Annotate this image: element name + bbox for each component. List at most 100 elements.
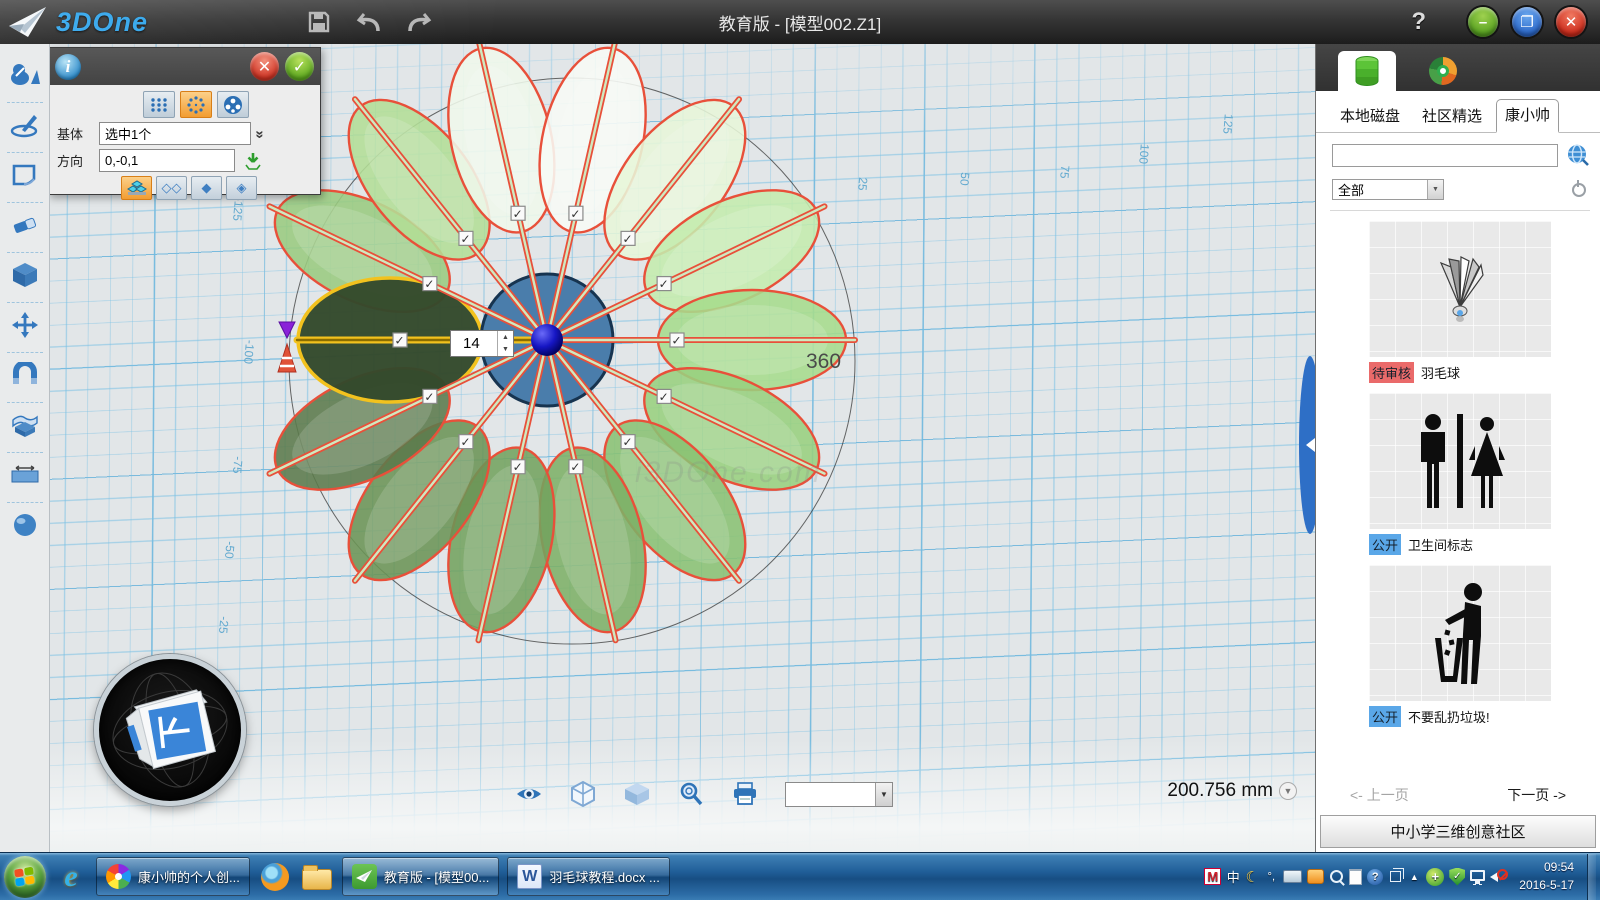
confirm-icon[interactable]: ✓ xyxy=(285,52,314,81)
power-icon[interactable] xyxy=(1572,183,1586,197)
restore-button[interactable]: ❐ xyxy=(1512,7,1542,37)
view-cube[interactable]: 下 xyxy=(94,654,246,806)
redo-button[interactable] xyxy=(405,8,433,36)
base-input[interactable] xyxy=(99,122,251,145)
viewport-canvas[interactable]: -125-100-75-50-25255075100125 ✓✓✓✓✓✓✓✓✓✓… xyxy=(50,44,1315,852)
panel-collapse-handle[interactable] xyxy=(1299,356,1315,534)
dropdown-arrow-icon[interactable]: ▼ xyxy=(875,783,892,806)
zoom-settings-icon[interactable] xyxy=(677,780,705,808)
tray-keyboard-icon[interactable] xyxy=(1283,868,1302,886)
tool-move-button[interactable] xyxy=(3,300,47,350)
info-icon[interactable]: i xyxy=(55,54,81,80)
close-button[interactable]: ✕ xyxy=(1556,7,1586,37)
circular-pattern-icon[interactable] xyxy=(180,91,212,118)
clock-date: 2016-5-17 xyxy=(1519,877,1574,894)
wireframe-view-icon[interactable] xyxy=(569,780,597,808)
save-button[interactable] xyxy=(305,8,333,36)
svg-text:✓: ✓ xyxy=(424,277,434,291)
search-globe-icon[interactable] xyxy=(1566,143,1590,167)
boolean-intersect-icon[interactable]: ◈ xyxy=(226,176,257,200)
task-3done-window[interactable]: 教育版 - [模型00... xyxy=(342,857,499,896)
tab-user[interactable]: 康小帅 xyxy=(1496,99,1559,133)
task-browser-window[interactable]: 康小帅的个人创... xyxy=(96,857,250,896)
search-input[interactable] xyxy=(1332,144,1558,167)
tray-notes-icon[interactable] xyxy=(1348,868,1362,886)
tray-sogou-icon[interactable] xyxy=(1307,868,1324,886)
tool-measure-button[interactable] xyxy=(3,450,47,500)
print-icon[interactable] xyxy=(731,780,759,808)
tool-primitives-button[interactable] xyxy=(3,50,47,100)
community-site-button[interactable]: 中小学三维创意社区 xyxy=(1320,815,1596,848)
category-dropdown[interactable]: 全部 ▼ xyxy=(1332,179,1444,200)
tray-ime-lang-icon[interactable]: 中 xyxy=(1226,868,1240,886)
library-tab[interactable] xyxy=(1338,51,1396,91)
prev-page-button[interactable]: <- 上一页 xyxy=(1350,785,1409,805)
tray-clock[interactable]: 09:54 2016-5-17 xyxy=(1513,859,1582,894)
tray-network-icon[interactable] xyxy=(1470,868,1485,886)
model-name: 卫生间标志 xyxy=(1408,535,1473,554)
tool-assembly-magnet-button[interactable] xyxy=(3,350,47,400)
minimize-button[interactable]: – xyxy=(1468,7,1498,37)
taskbar: e 康小帅的个人创... 教育版 - [模型00... W 羽毛球教程.docx… xyxy=(0,852,1600,900)
linear-pattern-icon[interactable] xyxy=(143,91,175,118)
model-card-restroom[interactable]: 公开 卫生间标志 xyxy=(1369,393,1551,555)
community-panel: 本地磁盘 社区精选 康小帅 全部 ▼ xyxy=(1315,44,1600,852)
ie-taskbar-icon[interactable]: e xyxy=(54,858,88,896)
tray-magnifier-icon[interactable] xyxy=(1329,868,1343,886)
tray-360-icon[interactable]: + xyxy=(1426,868,1444,886)
tray-show-hidden-icon[interactable]: ▲ xyxy=(1407,868,1421,886)
svg-text:✓: ✓ xyxy=(623,435,633,449)
spinner-down-icon[interactable]: ▼ xyxy=(498,344,513,357)
tool-deform-button[interactable] xyxy=(3,400,47,450)
visibility-eye-icon[interactable] xyxy=(515,780,543,808)
tab-community-featured[interactable]: 社区精选 xyxy=(1414,101,1490,132)
firefox-taskbar-icon[interactable] xyxy=(258,858,292,896)
tool-material-button[interactable] xyxy=(3,500,47,550)
scale-indicator: 200.756 mm ▼ xyxy=(1167,780,1297,802)
tray-shield-icon[interactable]: ✓ xyxy=(1449,868,1465,886)
pick-direction-icon[interactable] xyxy=(243,151,263,171)
tray-moon-icon[interactable]: ☾ xyxy=(1245,868,1259,886)
tray-restore-window-icon[interactable] xyxy=(1388,868,1402,886)
show-desktop-button[interactable] xyxy=(1587,854,1596,900)
pattern-dialog: i ✕ ✓ xyxy=(50,47,321,195)
spinner-up-icon[interactable]: ▲ xyxy=(498,331,513,344)
scale-expander-icon[interactable]: ▼ xyxy=(1279,782,1297,800)
tray-punctuation-icon[interactable]: °, xyxy=(1264,868,1278,886)
tool-feature-cube-button[interactable] xyxy=(3,250,47,300)
model-card-litter[interactable]: 公开 不要乱扔垃圾! xyxy=(1369,565,1551,727)
community-logo-tab[interactable] xyxy=(1414,51,1472,91)
explorer-taskbar-icon[interactable] xyxy=(300,858,334,896)
clock-time: 09:54 xyxy=(1519,859,1574,876)
window-title: 教育版 - [模型002.Z1] xyxy=(0,10,1600,35)
tray-m-icon[interactable]: M xyxy=(1204,868,1221,885)
tool-sketch-button[interactable] xyxy=(3,100,47,150)
start-button[interactable] xyxy=(4,856,46,898)
cancel-icon[interactable]: ✕ xyxy=(250,52,279,81)
next-page-button[interactable]: 下一页 -> xyxy=(1507,785,1566,805)
svg-text:✓: ✓ xyxy=(513,460,523,474)
view-preset-dropdown[interactable]: ▼ xyxy=(785,782,893,807)
tab-local-disk[interactable]: 本地磁盘 xyxy=(1332,101,1408,132)
search-row xyxy=(1316,133,1600,171)
boolean-subtract-icon[interactable]: ◆ xyxy=(191,176,222,200)
task-word-window[interactable]: W 羽毛球教程.docx ... xyxy=(507,857,670,896)
tray-help-icon[interactable]: ? xyxy=(1367,868,1383,886)
count-field[interactable] xyxy=(451,331,497,356)
canvas-toolbar: ▼ xyxy=(515,780,893,808)
boolean-add-icon[interactable]: ◇◇ xyxy=(156,176,187,200)
model-card-label: 待审核 羽毛球 xyxy=(1369,362,1551,383)
help-button[interactable]: ? xyxy=(1411,8,1454,36)
shaded-view-icon[interactable] xyxy=(623,780,651,808)
boolean-base-icon[interactable] xyxy=(121,176,152,200)
undo-button[interactable] xyxy=(355,8,383,36)
panel-icon-tabs xyxy=(1316,44,1600,91)
tool-special-edit-button[interactable] xyxy=(3,200,47,250)
model-card-badminton[interactable]: 待审核 羽毛球 xyxy=(1369,221,1551,383)
tool-edit-sketch-button[interactable] xyxy=(3,150,47,200)
direction-input[interactable] xyxy=(99,149,235,172)
svg-text:✓: ✓ xyxy=(623,232,633,246)
expand-chevrons-icon[interactable]: » xyxy=(252,130,269,136)
tray-volume-muted-icon[interactable] xyxy=(1490,868,1508,886)
sphere-pattern-icon[interactable] xyxy=(217,91,249,118)
